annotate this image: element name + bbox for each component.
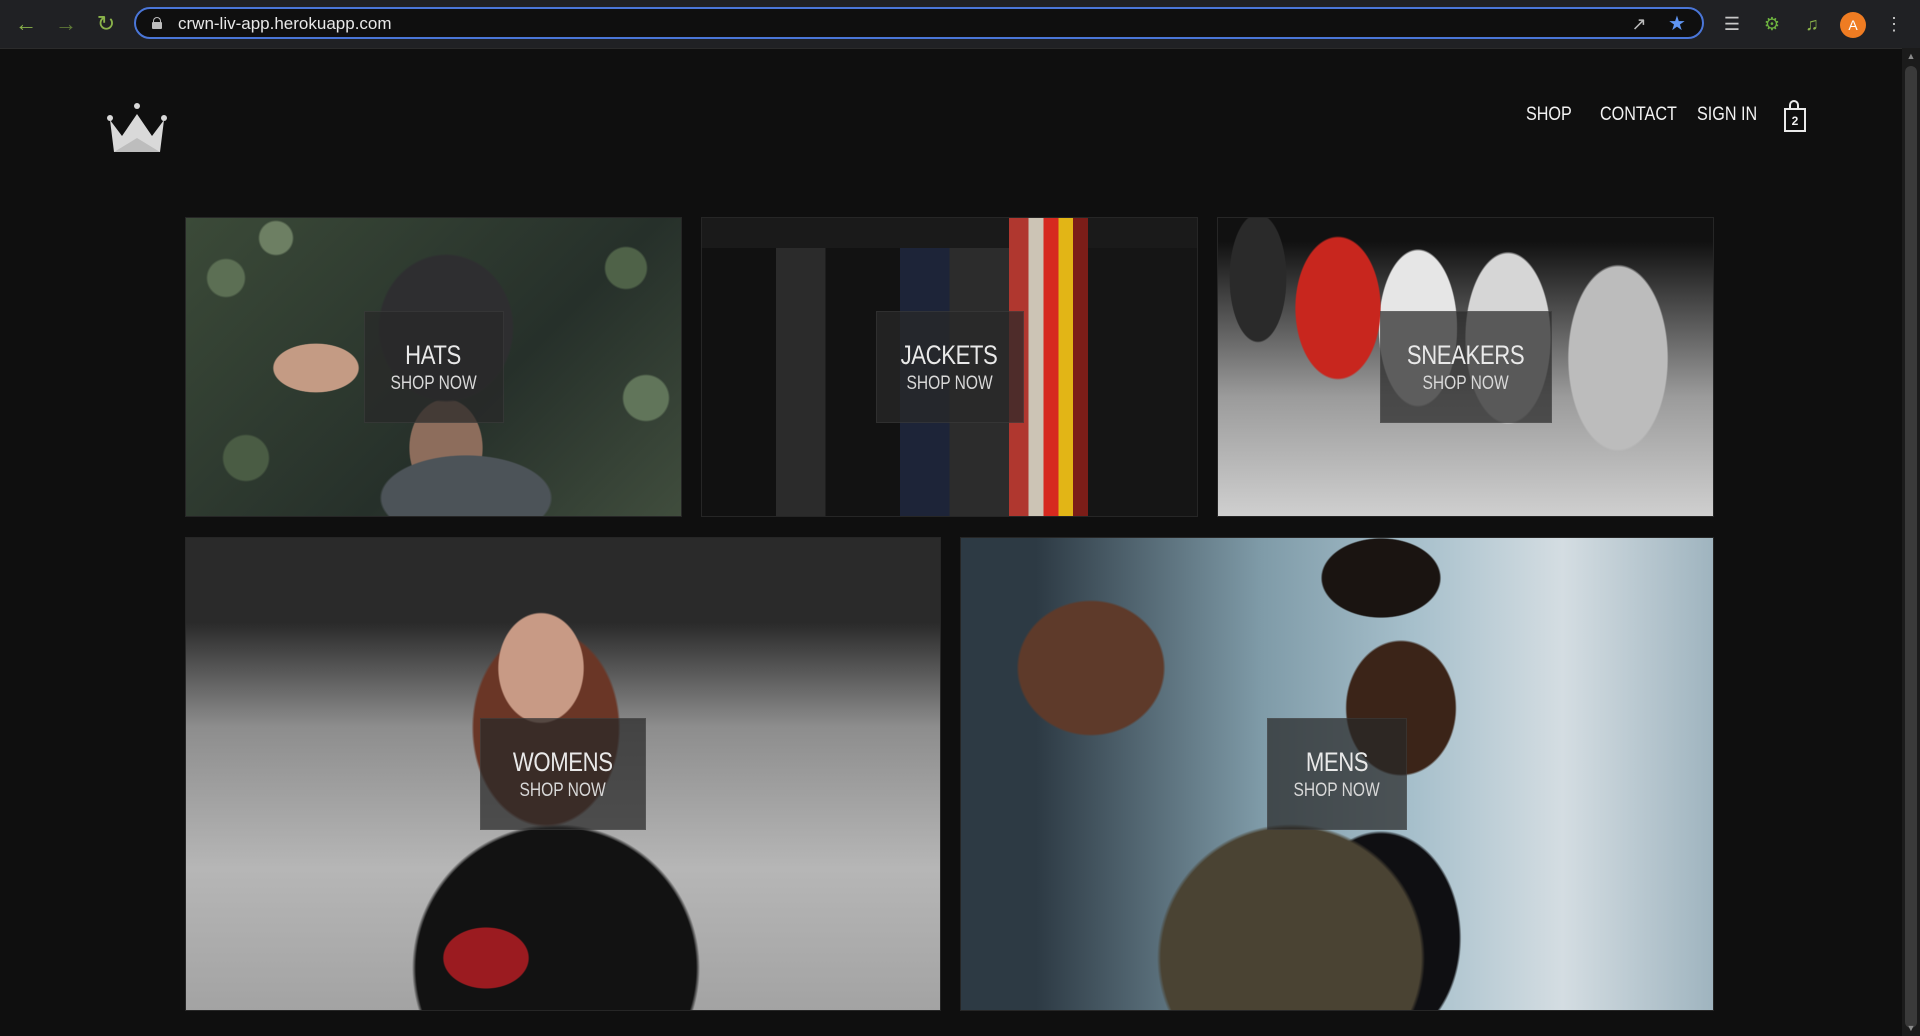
nav-link-sign-in[interactable]: SIGN IN (1697, 104, 1757, 126)
shop-now-label: SHOP NOW (519, 779, 607, 801)
crown-icon[interactable] (104, 100, 170, 156)
shop-now-label: SHOP NOW (1293, 779, 1381, 801)
category-label-box[interactable]: JACKETS SHOP NOW (875, 311, 1024, 423)
category-title: JACKETS (901, 339, 998, 370)
category-label-box[interactable]: HATS SHOP NOW (363, 311, 504, 423)
share-icon[interactable]: ↗ (1628, 13, 1650, 35)
scroll-up-arrow-icon[interactable]: ▲ (1902, 48, 1920, 64)
address-bar[interactable]: crwn-liv-app.herokuapp.com ↗ ★ (134, 7, 1704, 39)
shop-now-label: SHOP NOW (906, 372, 993, 394)
category-title: HATS (405, 339, 462, 370)
kebab-menu-icon[interactable]: ⋮ (1882, 12, 1906, 36)
category-tile-hats[interactable]: HATS SHOP NOW (185, 217, 682, 517)
star-icon[interactable]: ★ (1666, 13, 1688, 35)
profile-avatar[interactable]: A (1840, 12, 1866, 38)
nav-link-shop[interactable]: SHOP (1526, 104, 1572, 126)
forward-arrow-icon[interactable]: → (54, 12, 78, 36)
cart-item-count: 2 (1791, 114, 1799, 128)
category-label-box[interactable]: MENS SHOP NOW (1267, 718, 1407, 830)
category-tile-womens[interactable]: WOMENS SHOP NOW (185, 537, 941, 1011)
reading-list-icon[interactable]: ☰ (1720, 12, 1744, 36)
category-title: WOMENS (513, 746, 613, 777)
category-tile-sneakers[interactable]: SNEAKERS SHOP NOW (1217, 217, 1714, 517)
cart-button[interactable]: 2 (1782, 100, 1810, 134)
media-icon[interactable]: ♫ (1800, 12, 1824, 36)
category-title: SNEAKERS (1406, 339, 1525, 370)
category-tile-jackets[interactable]: JACKETS SHOP NOW (701, 217, 1198, 517)
url-text[interactable]: crwn-liv-app.herokuapp.com (178, 14, 392, 34)
category-title: MENS (1305, 746, 1369, 777)
browser-toolbar: ← → ↻ crwn-liv-app.herokuapp.com ↗ ★ ☰ ⚙… (0, 0, 1920, 49)
back-arrow-icon[interactable]: ← (14, 12, 38, 36)
scroll-down-arrow-icon[interactable]: ▼ (1902, 1020, 1920, 1036)
shop-now-label: SHOP NOW (1422, 372, 1509, 394)
extensions-icon[interactable]: ⚙ (1760, 12, 1784, 36)
shop-now-label: SHOP NOW (390, 372, 477, 394)
lock-icon[interactable] (152, 17, 162, 29)
nav-link-contact[interactable]: CONTACT (1600, 104, 1677, 126)
page-scrollbar[interactable]: ▲ ▼ (1902, 48, 1920, 1036)
category-label-box[interactable]: SNEAKERS SHOP NOW (1379, 311, 1552, 423)
category-label-box[interactable]: WOMENS SHOP NOW (480, 718, 646, 830)
scrollbar-thumb[interactable] (1905, 66, 1917, 1028)
category-tile-mens[interactable]: MENS SHOP NOW (960, 537, 1714, 1011)
reload-icon[interactable]: ↻ (94, 12, 118, 36)
